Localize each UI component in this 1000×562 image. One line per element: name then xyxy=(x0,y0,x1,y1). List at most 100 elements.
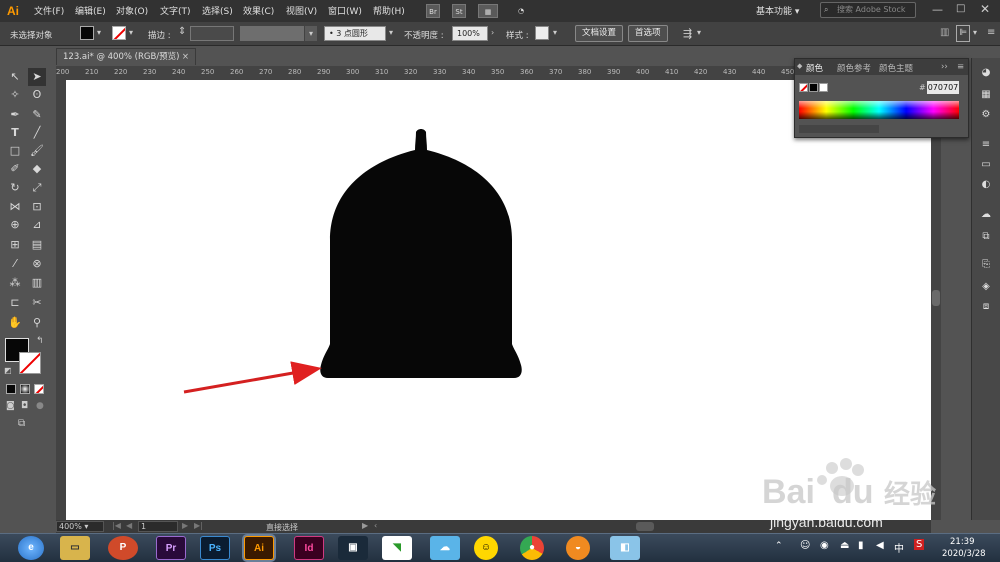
tray-app-icon[interactable]: ◉ xyxy=(820,540,829,551)
menu-edit[interactable]: 编辑(E) xyxy=(75,4,106,17)
color-panel-icon[interactable]: ◕ xyxy=(979,66,993,80)
eraser-tool-icon[interactable]: ◆ xyxy=(28,160,46,178)
tray-qq-icon[interactable]: ☺ xyxy=(800,540,810,551)
curvature-tool-icon[interactable]: ✎ xyxy=(28,106,46,124)
browser-icon[interactable]: e xyxy=(18,536,44,560)
vertical-scroll-thumb[interactable] xyxy=(932,290,940,306)
stroke-color-box[interactable] xyxy=(19,352,41,374)
panel-collapse-icon[interactable]: ◆ xyxy=(797,62,802,70)
previous-artboard-icon[interactable]: ◀ xyxy=(126,521,132,530)
lasso-tool-icon[interactable]: ʘ xyxy=(28,86,46,104)
default-colors-icon[interactable]: ◩ xyxy=(4,366,12,375)
arrange-documents-icon[interactable]: ▦ xyxy=(478,4,498,18)
gradient-tool-icon[interactable]: ▤ xyxy=(28,236,46,254)
scroll-left-icon[interactable]: ‹ xyxy=(374,521,377,530)
style-dropdown-icon[interactable]: ▾ xyxy=(553,28,557,37)
line-tool-icon[interactable]: ╱ xyxy=(28,124,46,142)
chrome-icon[interactable]: ● xyxy=(520,536,544,560)
preferences-button[interactable]: 首选项 xyxy=(628,25,668,42)
powerpoint-icon[interactable]: P xyxy=(108,536,138,560)
color-themes-icon[interactable]: ⚙ xyxy=(979,108,993,122)
hand-tool-icon[interactable]: ✋ xyxy=(6,314,24,332)
shape-builder-tool-icon[interactable]: ⊕ xyxy=(6,216,24,234)
zoom-tool-icon[interactable]: ⚲ xyxy=(28,314,46,332)
asset-export-icon[interactable]: ⧉ xyxy=(979,230,993,244)
white-swatch[interactable] xyxy=(819,83,828,92)
gradient-mode-icon[interactable] xyxy=(20,384,30,394)
variable-width-profile[interactable] xyxy=(240,26,304,41)
fill-dropdown-icon[interactable]: ▾ xyxy=(97,28,101,37)
draw-inside-icon[interactable]: ● xyxy=(36,401,44,411)
opacity-arrow-icon[interactable]: › xyxy=(491,28,494,37)
menu-object[interactable]: 对象(O) xyxy=(116,4,148,17)
qq-icon[interactable]: ☺ xyxy=(474,536,498,560)
zoom-field[interactable]: 400% ▾ xyxy=(56,521,104,532)
gpu-performance-icon[interactable]: ◔ xyxy=(514,4,528,18)
panel-resize-handle[interactable] xyxy=(799,125,879,133)
brush-dropdown-icon[interactable]: ▾ xyxy=(389,28,393,37)
stroke-panel-icon[interactable]: ≡ xyxy=(979,138,993,152)
clock-time[interactable]: 21:39 xyxy=(950,537,975,547)
arrange-icon[interactable]: ▥ xyxy=(940,27,949,38)
panel-expand-icon[interactable]: ›› xyxy=(941,62,948,72)
app-icon-2[interactable]: ◒ xyxy=(566,536,590,560)
horizontal-scroll-thumb[interactable] xyxy=(636,522,654,531)
bridge-icon[interactable]: Br xyxy=(426,4,440,18)
tray-volume-icon[interactable]: ◀ xyxy=(876,540,884,551)
tray-network-icon[interactable]: ▮ xyxy=(858,540,864,551)
draw-behind-icon[interactable]: ◘ xyxy=(21,401,28,411)
tab-color-guide[interactable]: 颜色参考 xyxy=(837,62,871,74)
app-icon-3[interactable]: ◧ xyxy=(610,536,640,560)
tray-sogou-icon[interactable]: S xyxy=(914,539,925,550)
first-artboard-icon[interactable]: |◀ xyxy=(112,521,121,530)
menu-window[interactable]: 窗口(W) xyxy=(328,4,362,17)
free-transform-tool-icon[interactable]: ⊡ xyxy=(28,198,46,216)
graphic-style-swatch[interactable] xyxy=(535,26,549,40)
vertical-ruler[interactable] xyxy=(56,80,66,520)
libraries-icon[interactable]: ☁ xyxy=(979,208,993,222)
menu-view[interactable]: 视图(V) xyxy=(286,4,317,17)
stroke-stepper[interactable]: ⇕ xyxy=(178,26,186,37)
messenger-icon[interactable]: ☁ xyxy=(430,536,460,560)
stroke-dropdown-icon[interactable]: ▾ xyxy=(129,28,133,37)
rectangle-tool-icon[interactable]: □ xyxy=(6,142,24,160)
rotate-tool-icon[interactable]: ↻ xyxy=(6,179,24,197)
app-icon[interactable]: ◥ xyxy=(382,536,412,560)
gradient-panel-icon[interactable]: ▭ xyxy=(979,158,993,172)
menu-type[interactable]: 文字(T) xyxy=(160,4,191,17)
profile-dropdown-icon[interactable]: ▾ xyxy=(305,26,317,41)
menu-file[interactable]: 文件(F) xyxy=(34,4,64,17)
illustrator-icon[interactable]: Ai xyxy=(244,536,274,560)
clock-date[interactable]: 2020/3/28 xyxy=(942,549,986,559)
tab-color[interactable]: 颜色 xyxy=(806,62,823,74)
document-setup-button[interactable]: 文档设置 xyxy=(575,25,624,42)
menu-effect[interactable]: 效果(C) xyxy=(243,4,274,17)
magic-wand-tool-icon[interactable]: ✧ xyxy=(6,86,24,104)
none-swatch[interactable] xyxy=(799,83,808,92)
tray-ime-icon[interactable]: 中 xyxy=(894,540,904,555)
photoshop-icon[interactable]: Ps xyxy=(200,536,230,560)
layers-panel-icon[interactable]: ◈ xyxy=(979,280,993,294)
last-artboard-icon[interactable]: ▶| xyxy=(194,521,203,530)
swap-fill-stroke-icon[interactable]: ↰ xyxy=(36,336,44,346)
color-guide-icon[interactable]: ▦ xyxy=(979,88,993,102)
next-artboard-icon[interactable]: ▶ xyxy=(182,521,188,530)
pen-tool-icon[interactable]: ✒ xyxy=(6,106,24,124)
color-mode-icon[interactable] xyxy=(6,384,16,394)
panel-menu-icon[interactable]: ≡ xyxy=(957,62,964,72)
align-options-icon[interactable]: ⇶ xyxy=(683,27,692,40)
black-swatch[interactable] xyxy=(809,83,818,92)
paintbrush-tool-icon[interactable]: 🖌 xyxy=(28,142,46,160)
close-window-button[interactable]: ✕ xyxy=(980,2,990,16)
tab-color-themes[interactable]: 颜色主题 xyxy=(879,62,913,74)
document-tab[interactable]: 123.ai* @ 400% (RGB/预览) × xyxy=(56,48,196,65)
stroke-weight-field[interactable] xyxy=(190,26,234,41)
artboard-tool-icon[interactable]: ⊏ xyxy=(6,294,24,312)
eyedropper-tool-icon[interactable]: ⁄ xyxy=(6,255,24,273)
column-graph-tool-icon[interactable]: ▥ xyxy=(28,274,46,292)
explorer-icon[interactable]: ▭ xyxy=(60,536,90,560)
panel-options-icon[interactable]: ⊫ xyxy=(956,25,970,42)
screen-mode-icon[interactable]: ⧉ xyxy=(18,418,25,429)
menu-help[interactable]: 帮助(H) xyxy=(373,4,405,17)
stock-search-input[interactable]: ⌕ 搜索 Adobe Stock xyxy=(820,2,916,18)
